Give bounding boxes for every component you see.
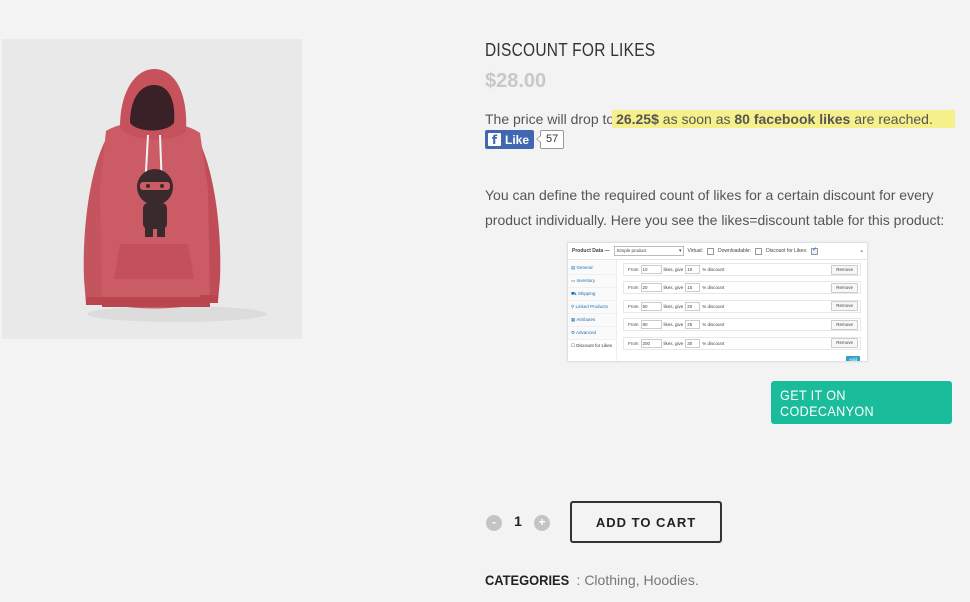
admin-panel-title: Product Data —	[572, 248, 610, 254]
admin-row-discount-label: % discount	[702, 340, 725, 346]
facebook-icon: f	[488, 133, 501, 147]
admin-downloadable-label: Downloadable:	[718, 248, 752, 254]
admin-tab-attributes: ▦ Attributes	[568, 314, 616, 327]
category-link-clothing[interactable]: Clothing	[584, 572, 635, 588]
admin-screenshot: Product Data — Simple product Virtual: D…	[567, 242, 868, 362]
admin-row-from-label: From	[628, 267, 639, 272]
product-title: DISCOUNT FOR LIKES	[485, 40, 656, 60]
admin-row-discount-label: % discount	[702, 303, 725, 309]
get-it-on-codecanyon-button[interactable]: GET IT ON CODECANYON	[771, 381, 952, 424]
admin-row-remove-button: Remove	[831, 319, 858, 330]
admin-discount-checkbox	[811, 246, 819, 255]
admin-discount-row: From 10 likes, give 10% discount Remove	[623, 263, 861, 276]
hoodie-illustration	[83, 69, 267, 322]
admin-row-from-label: From	[628, 303, 639, 309]
admin-row-remove-button: Remove	[831, 282, 858, 293]
promo-suffix: are reached.	[854, 111, 933, 127]
category-link-hoodies[interactable]: Hoodies	[643, 572, 694, 588]
admin-add-row-button: Add	[845, 355, 860, 361]
facebook-like-widget: f Like 57	[485, 130, 565, 149]
add-to-cart-button[interactable]: ADD TO CART	[570, 501, 722, 543]
admin-row-likes-input: 10	[640, 265, 662, 274]
admin-row-discount-input: 15	[685, 283, 701, 293]
product-image[interactable]	[2, 39, 302, 339]
admin-row-likes-give-label: likes, give	[663, 267, 684, 272]
promo-prefix: The price will drop to	[485, 111, 615, 127]
product-price: $28.00	[485, 70, 547, 92]
admin-row-remove-button: Remove	[831, 264, 858, 275]
admin-row-likes-give-label: likes, give	[663, 285, 684, 291]
admin-tab-linked-products: ⚲ Linked Products	[568, 301, 616, 314]
admin-row-discount-label: % discount	[702, 322, 725, 328]
admin-discount-row: From 50 likes, give 20% discount Remove	[623, 299, 861, 313]
admin-row-from-label: From	[628, 285, 639, 291]
admin-discount-rows: From 10 likes, give 10% discount Remove From 2…	[617, 260, 867, 361]
admin-row-discount-input: 10	[685, 265, 701, 274]
promo-likes-goal: 80 facebook likes	[734, 111, 851, 127]
codecanyon-button-label: GET IT ON CODECANYON	[780, 386, 874, 419]
admin-tab-discount-for-likes: ☐ Discount for Likes	[568, 340, 616, 361]
admin-collapse-icon: ▴	[860, 248, 863, 254]
quantity-value[interactable]: 1	[508, 513, 528, 529]
admin-row-likes-input: 20	[640, 283, 662, 293]
admin-row-likes-input: 50	[640, 301, 662, 311]
admin-tab-inventory: ▭ Inventory	[568, 275, 616, 288]
admin-row-discount-input: 25	[685, 320, 701, 330]
admin-row-likes-give-label: likes, give	[663, 322, 684, 328]
admin-row-remove-button: Remove	[831, 338, 858, 349]
quantity-increase-button[interactable]: +	[534, 515, 550, 531]
admin-discount-row: From 200 likes, give 30% discount Remove	[623, 336, 861, 350]
admin-discount-row: From 80 likes, give 25% discount Remove	[623, 318, 861, 332]
facebook-like-label: Like	[505, 132, 530, 147]
admin-row-from-label: From	[628, 322, 639, 328]
admin-row-discount-label: % discount	[702, 267, 725, 272]
admin-row-likes-give-label: likes, give	[663, 303, 684, 309]
facebook-like-button[interactable]: f Like	[485, 130, 535, 149]
admin-row-from-label: From	[628, 340, 639, 346]
admin-header: Product Data — Simple product Virtual: D…	[568, 243, 867, 260]
quantity-decrease-button[interactable]: -	[486, 515, 502, 531]
promo-text: The price will drop to 26.25$ as soon as…	[485, 109, 955, 129]
product-categories: CATEGORIES: Clothing, Hoodies.	[485, 572, 699, 588]
admin-virtual-checkbox	[707, 247, 714, 255]
admin-row-discount-label: % discount	[702, 285, 725, 291]
facebook-like-count: 57	[535, 130, 565, 149]
promo-highlight: 26.25$ as soon as 80 facebook likes are …	[612, 110, 955, 128]
admin-downloadable-checkbox	[755, 247, 763, 255]
promo-middle: as soon as	[662, 111, 731, 127]
promo-new-price: 26.25$	[616, 111, 659, 127]
admin-discount-row: From 20 likes, give 15% discount Remove	[623, 281, 861, 295]
admin-product-type-select: Simple product	[613, 246, 684, 256]
admin-tab-shipping: ⛟ Shipping	[568, 288, 616, 301]
admin-row-remove-button: Remove	[831, 301, 858, 312]
admin-row-discount-input: 20	[685, 301, 701, 311]
categories-label: CATEGORIES	[485, 572, 570, 588]
admin-tab-general: ▤ General	[568, 262, 616, 275]
admin-tab-advanced: ⚙ Advanced	[568, 327, 616, 340]
admin-tabs: ▤ General ▭ Inventory ⛟ Shipping ⚲ Linke…	[568, 260, 617, 361]
admin-discount-label: Discount for Likes:	[766, 248, 808, 254]
admin-row-likes-input: 80	[640, 320, 662, 330]
admin-row-likes-input: 200	[640, 338, 662, 348]
admin-row-discount-input: 30	[685, 338, 701, 348]
product-description: You can define the required count of lik…	[485, 187, 945, 228]
admin-row-likes-give-label: likes, give	[663, 340, 684, 346]
admin-virtual-label: Virtual:	[687, 248, 703, 254]
